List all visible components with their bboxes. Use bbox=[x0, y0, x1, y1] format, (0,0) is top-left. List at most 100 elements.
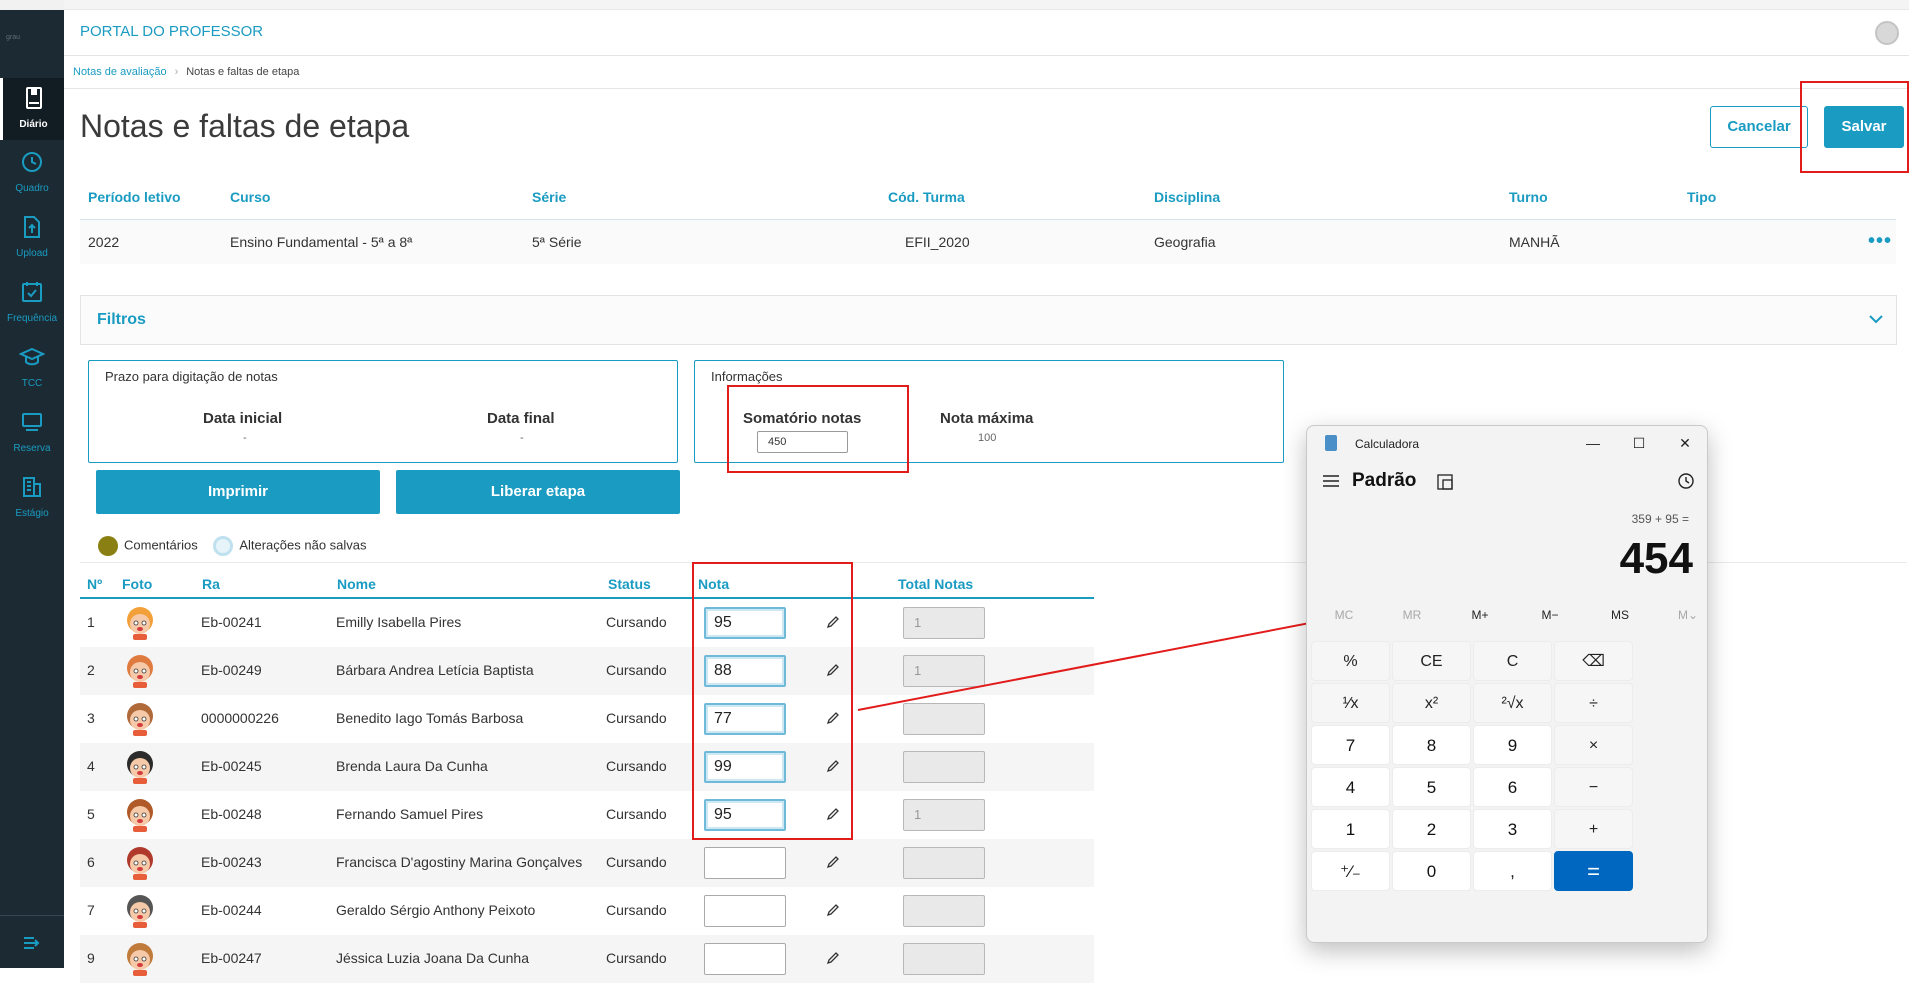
digit-2-key[interactable]: 2 bbox=[1392, 809, 1471, 849]
total-notas-input: 1 bbox=[903, 799, 985, 831]
data-final-label: Data final bbox=[487, 410, 555, 427]
student-avatar-icon bbox=[127, 703, 153, 736]
info-header-tipo: Tipo bbox=[1687, 189, 1717, 205]
multiply-key[interactable]: × bbox=[1554, 725, 1633, 765]
more-options-icon[interactable]: ••• bbox=[1868, 230, 1892, 253]
memory-button[interactable]: M− bbox=[1525, 608, 1575, 622]
pencil-icon[interactable] bbox=[826, 855, 840, 869]
sidebar-item-reserva[interactable]: Reserva bbox=[0, 402, 64, 464]
equals-key[interactable]: = bbox=[1554, 851, 1633, 891]
book-icon bbox=[25, 87, 42, 109]
digit-7-key[interactable]: 7 bbox=[1311, 725, 1390, 765]
table-row: 9 Eb-00247 Jéssica Luzia Joana Da Cunha Cur… bbox=[80, 935, 1094, 983]
divide-key[interactable]: ÷ bbox=[1554, 683, 1633, 723]
table-row: 5 Eb-00248 Fernando Samuel Pires Cursando 95… bbox=[80, 791, 1094, 839]
memory-button[interactable]: MC bbox=[1319, 608, 1369, 622]
digit-5-key[interactable]: 5 bbox=[1392, 767, 1471, 807]
filters-panel[interactable]: Filtros bbox=[80, 295, 1897, 345]
maximize-icon[interactable]: ☐ bbox=[1624, 432, 1654, 454]
upload-icon bbox=[24, 216, 40, 238]
data-inicial-value: - bbox=[243, 432, 247, 444]
hamburger-menu-icon[interactable] bbox=[1323, 474, 1339, 488]
calculator-mode-row: Padrão bbox=[1307, 462, 1707, 502]
app-header: PORTAL DO PROFESSOR bbox=[64, 10, 1909, 56]
minimize-icon[interactable]: — bbox=[1578, 432, 1608, 454]
browser-top-strip bbox=[64, 0, 1909, 10]
student-avatar-icon bbox=[127, 799, 153, 832]
row-nome: Francisca D'agostiny Marina Gonçalves bbox=[336, 854, 583, 870]
close-icon[interactable]: ✕ bbox=[1670, 432, 1700, 454]
row-num: 7 bbox=[87, 902, 95, 918]
collapse-sidebar-icon[interactable] bbox=[22, 934, 42, 952]
breadcrumb-divider bbox=[64, 88, 1909, 89]
row-nome: Benedito Iago Tomás Barbosa bbox=[336, 710, 524, 726]
print-button[interactable]: Imprimir bbox=[96, 470, 380, 514]
calculator-app-icon bbox=[1325, 435, 1337, 451]
row-num: 4 bbox=[87, 758, 95, 774]
row-nome: Brenda Laura Da Cunha bbox=[336, 758, 488, 774]
release-stage-button[interactable]: Liberar etapa bbox=[396, 470, 680, 514]
nota-input[interactable] bbox=[704, 943, 786, 975]
memory-button[interactable]: M⌄ bbox=[1663, 608, 1707, 622]
table-row: 6 Eb-00243 Francisca D'agostiny Marina Gon… bbox=[80, 839, 1094, 887]
square-key[interactable]: x² bbox=[1392, 683, 1471, 723]
pencil-icon[interactable] bbox=[826, 903, 840, 917]
clock-icon bbox=[22, 152, 42, 172]
sidebar-item-label: Diário bbox=[19, 119, 48, 130]
sidebar-item-frequencia[interactable]: Frequência bbox=[0, 272, 64, 334]
add-key[interactable]: + bbox=[1554, 809, 1633, 849]
memory-button[interactable]: M+ bbox=[1455, 608, 1505, 622]
nota-input[interactable] bbox=[704, 895, 786, 927]
negate-key[interactable]: ⁺⁄₋ bbox=[1311, 851, 1390, 891]
row-nome: Emilly Isabella Pires bbox=[336, 614, 462, 630]
digit-9-key[interactable]: 9 bbox=[1473, 725, 1552, 765]
table-row: 4 Eb-00245 Brenda Laura Da Cunha Cursando 99 bbox=[80, 743, 1094, 791]
breadcrumb-link[interactable]: Notas de avaliação bbox=[73, 66, 167, 78]
backspace-key[interactable]: ⌫ bbox=[1554, 641, 1633, 681]
sidebar-item-upload[interactable]: Upload bbox=[0, 207, 64, 269]
row-num: 6 bbox=[87, 854, 95, 870]
digit-4-key[interactable]: 4 bbox=[1311, 767, 1390, 807]
sidebar-item-diario[interactable]: Diário bbox=[0, 78, 64, 140]
row-nome: Fernando Samuel Pires bbox=[336, 806, 484, 822]
monitor-icon bbox=[22, 413, 42, 431]
sidebar-item-tcc[interactable]: TCC bbox=[0, 337, 64, 399]
digit-3-key[interactable]: 3 bbox=[1473, 809, 1552, 849]
info-value-curso: Ensino Fundamental - 5ª a 8ª bbox=[230, 234, 413, 250]
pencil-icon[interactable] bbox=[826, 951, 840, 965]
percent-key[interactable]: % bbox=[1311, 641, 1390, 681]
row-status: Cursando bbox=[606, 710, 667, 726]
calculator-window[interactable]: Calculadora — ☐ ✕ Padrão 359 + 95 = 454 … bbox=[1306, 425, 1708, 943]
user-avatar[interactable] bbox=[1875, 21, 1899, 45]
nota-input[interactable] bbox=[704, 847, 786, 879]
digit-8-key[interactable]: 8 bbox=[1392, 725, 1471, 765]
info-value-turma: EFII_2020 bbox=[905, 234, 970, 250]
square-root-key[interactable]: ²√x bbox=[1473, 683, 1552, 723]
memory-button[interactable]: MS bbox=[1595, 608, 1645, 622]
clear-entry-key[interactable]: CE bbox=[1392, 641, 1471, 681]
row-ra: Eb-00241 bbox=[201, 614, 262, 630]
subtract-key[interactable]: − bbox=[1554, 767, 1633, 807]
info-header-disciplina: Disciplina bbox=[1154, 189, 1221, 205]
keep-on-top-icon[interactable] bbox=[1437, 474, 1453, 490]
cancel-button[interactable]: Cancelar bbox=[1710, 106, 1808, 148]
digit-0-key[interactable]: 0 bbox=[1392, 851, 1471, 891]
unsaved-dot-icon bbox=[213, 536, 234, 556]
calculator-mode: Padrão bbox=[1352, 470, 1417, 491]
chevron-down-icon[interactable] bbox=[1866, 309, 1886, 329]
info-value-periodo: 2022 bbox=[88, 234, 120, 250]
nota-maxima-label: Nota máxima bbox=[940, 410, 1034, 427]
row-ra: Eb-00247 bbox=[201, 950, 262, 966]
memory-button[interactable]: MR bbox=[1387, 608, 1437, 622]
digit-1-key[interactable]: 1 bbox=[1311, 809, 1390, 849]
reciprocal-key[interactable]: ¹⁄x bbox=[1311, 683, 1390, 723]
sidebar-item-quadro[interactable]: Quadro bbox=[0, 142, 64, 204]
legend-unsaved: Alterações não salvas bbox=[213, 536, 367, 556]
calculator-titlebar[interactable]: Calculadora — ☐ ✕ bbox=[1307, 426, 1707, 460]
row-ra: Eb-00243 bbox=[201, 854, 262, 870]
clear-key[interactable]: C bbox=[1473, 641, 1552, 681]
digit-6-key[interactable]: 6 bbox=[1473, 767, 1552, 807]
history-icon[interactable] bbox=[1677, 472, 1695, 490]
decimal-key[interactable]: , bbox=[1473, 851, 1552, 891]
sidebar-item-estagio[interactable]: Estágio bbox=[0, 467, 64, 529]
